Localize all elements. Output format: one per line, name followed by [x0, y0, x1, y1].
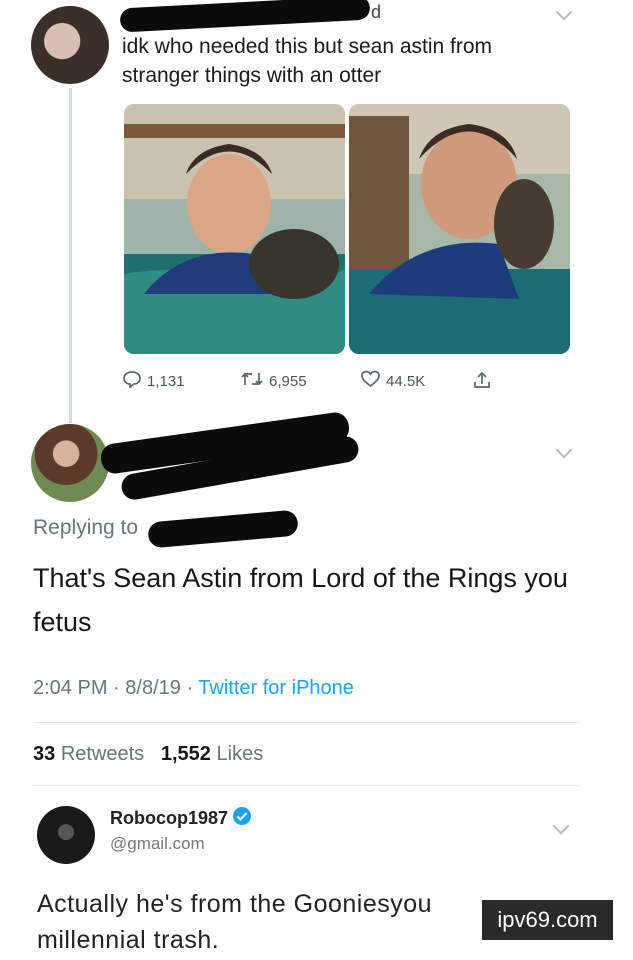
tweet-date: 8/8/19 — [125, 677, 181, 699]
redacted-name — [119, 0, 371, 33]
retweet-icon — [240, 370, 264, 392]
reply-action[interactable]: 1,131 — [122, 370, 185, 392]
tweet-time: 2:04 PM — [33, 677, 108, 699]
share-action[interactable] — [472, 370, 492, 394]
retweet-action[interactable]: 6,955 — [240, 370, 307, 392]
tweet-photo-1[interactable] — [124, 104, 345, 354]
chevron-down-icon[interactable] — [555, 441, 573, 459]
avatar[interactable] — [31, 6, 109, 84]
tweet-source-link[interactable]: Twitter for iPhone — [198, 677, 354, 699]
tweet-text: idk who needed this but sean astin from … — [122, 32, 492, 90]
verified-badge-icon — [232, 806, 252, 831]
reply-count: 1,131 — [147, 372, 185, 390]
handle: @gmail.com — [110, 834, 205, 853]
reply-icon — [122, 370, 142, 392]
thread-connector — [69, 88, 72, 423]
retweet-count: 6,955 — [269, 372, 307, 390]
avatar[interactable] — [37, 806, 95, 864]
like-action[interactable]: 44.5K — [360, 370, 425, 392]
watermark: ipv69.com — [482, 900, 613, 940]
tweet-text: Actually he's from the Gooniesyou millen… — [37, 890, 433, 954]
share-icon — [472, 370, 492, 394]
engagement-counts: 33 Retweets 1,552 Likes — [33, 743, 263, 766]
redacted-mention[interactable] — [147, 509, 299, 549]
tweet-meta: 2:04 PM · 8/8/19 · Twitter for iPhone — [33, 677, 354, 699]
divider — [33, 785, 580, 786]
likes-count: 1,552 — [160, 743, 211, 765]
display-name[interactable]: Robocop1987 — [110, 806, 252, 831]
chevron-down-icon[interactable] — [555, 3, 573, 21]
like-icon — [360, 370, 381, 392]
likes-stat[interactable]: 1,552 Likes — [161, 743, 263, 765]
display-name-suffix: d — [371, 2, 382, 22]
like-count: 44.5K — [386, 372, 426, 390]
retweets-stat[interactable]: 33 Retweets — [33, 743, 150, 765]
divider — [33, 722, 580, 723]
tweet-text-line: stranger things with an otter — [122, 64, 382, 87]
tweet-text: That's Sean Astin from Lord of the Rings… — [33, 563, 568, 637]
replying-to: Replying to — [33, 516, 138, 540]
chevron-down-icon[interactable] — [552, 817, 570, 835]
replying-to-label: Replying to — [33, 516, 139, 539]
retweets-count: 33 — [33, 743, 56, 765]
display-name-text: Robocop1987 — [110, 808, 229, 828]
retweets-label: Retweets — [60, 743, 145, 765]
tweet-text-line: idk who needed this but sean astin from — [122, 35, 493, 58]
avatar[interactable] — [31, 424, 109, 502]
tweet-photo-2[interactable] — [349, 104, 570, 354]
likes-label: Likes — [216, 743, 264, 765]
